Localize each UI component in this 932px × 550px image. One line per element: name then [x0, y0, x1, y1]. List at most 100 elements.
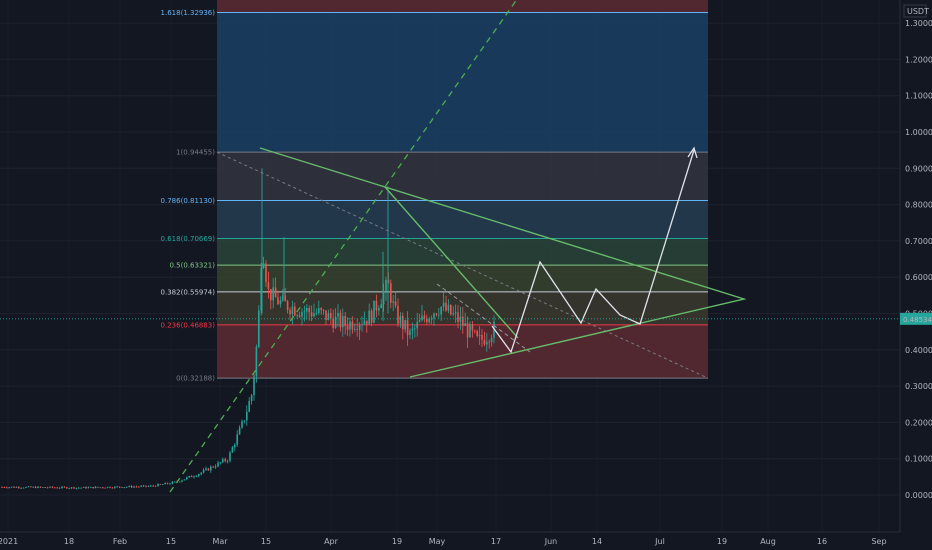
candle-body [138, 486, 140, 488]
candle-body [70, 487, 73, 489]
candle-body [66, 487, 68, 489]
candle-body [344, 316, 346, 326]
candle-body [75, 487, 78, 489]
candle-body [190, 475, 193, 478]
candle-body [459, 316, 462, 322]
candle-body [171, 481, 174, 484]
candle-body [27, 486, 30, 488]
fib-level-label: 0.786(0.81130) [161, 197, 216, 205]
candle-body [25, 486, 27, 488]
price-chart[interactable]: 0(0.32188) 0.236(0.46883) 0.382(0.55974) 0.… [0, 0, 932, 550]
candle-body [58, 487, 61, 489]
candle-body [42, 487, 44, 488]
candle-body [102, 487, 104, 489]
candle-body [435, 313, 438, 315]
price-tick-label: 0.30000 [905, 382, 932, 391]
fib-band [217, 152, 708, 201]
candle-body [313, 313, 315, 317]
candle-body [346, 325, 349, 330]
candle-body [94, 486, 97, 489]
candle-body [483, 339, 486, 345]
candle-body [399, 315, 402, 324]
candle-body [351, 321, 354, 330]
candle-body [416, 322, 418, 329]
candle-body [253, 376, 255, 396]
candle-body [337, 312, 339, 317]
candle-body [298, 315, 301, 317]
candle-body [234, 444, 236, 448]
candle-body [243, 420, 246, 422]
time-tick-label: 16 [817, 537, 827, 546]
candle-body [274, 287, 277, 298]
candle-body [15, 487, 18, 488]
candle-body [46, 487, 49, 489]
time-tick-label: 15 [166, 537, 176, 546]
candle-body [238, 427, 241, 435]
price-tick-label: 0.00000 [905, 491, 932, 500]
candle-body [440, 306, 442, 315]
candle-body [457, 312, 459, 322]
fib-level-label: 0(0.32188) [176, 375, 215, 383]
candle-body [63, 486, 66, 488]
candle-body [373, 300, 375, 323]
time-tick-label: May [429, 537, 446, 546]
candle-body [130, 486, 133, 488]
candle-body [186, 477, 188, 480]
candle-body [231, 447, 234, 453]
candle-body [438, 314, 440, 316]
candle-body [193, 476, 195, 478]
candle-body [286, 301, 289, 310]
candle-body [111, 487, 114, 489]
candle-body [49, 486, 51, 488]
candle-body [128, 486, 130, 487]
candle-body [450, 304, 452, 315]
candle-body [258, 310, 260, 347]
candle-body [183, 479, 186, 481]
candle-body [421, 315, 423, 321]
time-tick-label: 18 [64, 537, 74, 546]
unit-label: USDT [907, 7, 929, 16]
candle-body [229, 452, 231, 461]
candle-body [195, 476, 198, 477]
fib-band [217, 0, 708, 13]
candle-body [3, 487, 6, 488]
candle-body [226, 460, 229, 462]
candle-body [462, 316, 464, 327]
candle-body [380, 304, 382, 309]
price-tick-label: 1.30000 [905, 19, 932, 28]
candle-body [104, 487, 106, 489]
candle-body [188, 475, 190, 478]
candle-body [368, 310, 370, 325]
candle-body [354, 328, 356, 330]
candle-body [246, 411, 248, 421]
candle-body [20, 487, 22, 489]
candle-body [486, 341, 488, 345]
candle-body [56, 487, 58, 489]
candle-body [469, 324, 471, 338]
candle-body [445, 302, 447, 311]
candle-body [488, 341, 490, 343]
time-tick-label: Apr [324, 537, 339, 546]
candle-body [73, 487, 75, 489]
candle-body [142, 485, 145, 487]
candle-body [366, 320, 368, 325]
fib-band [217, 265, 708, 292]
candle-body [277, 297, 279, 305]
candle-body [150, 485, 152, 487]
candle-body [210, 466, 212, 471]
candle-body [178, 481, 181, 483]
candle-body [147, 486, 150, 488]
candle-body [61, 486, 63, 488]
candle-body [114, 486, 116, 488]
candle-body [90, 486, 92, 488]
candle-body [409, 330, 411, 336]
candle-body [423, 315, 426, 319]
candle-body [34, 486, 37, 489]
fib-level-label: 0.618(0.70669) [161, 235, 216, 243]
candle-body [301, 311, 303, 317]
candle-body [303, 311, 306, 313]
candle-body [109, 486, 111, 488]
candle-body [294, 306, 296, 316]
candle-body [181, 480, 183, 482]
price-tick-label: 0.60000 [905, 273, 932, 282]
